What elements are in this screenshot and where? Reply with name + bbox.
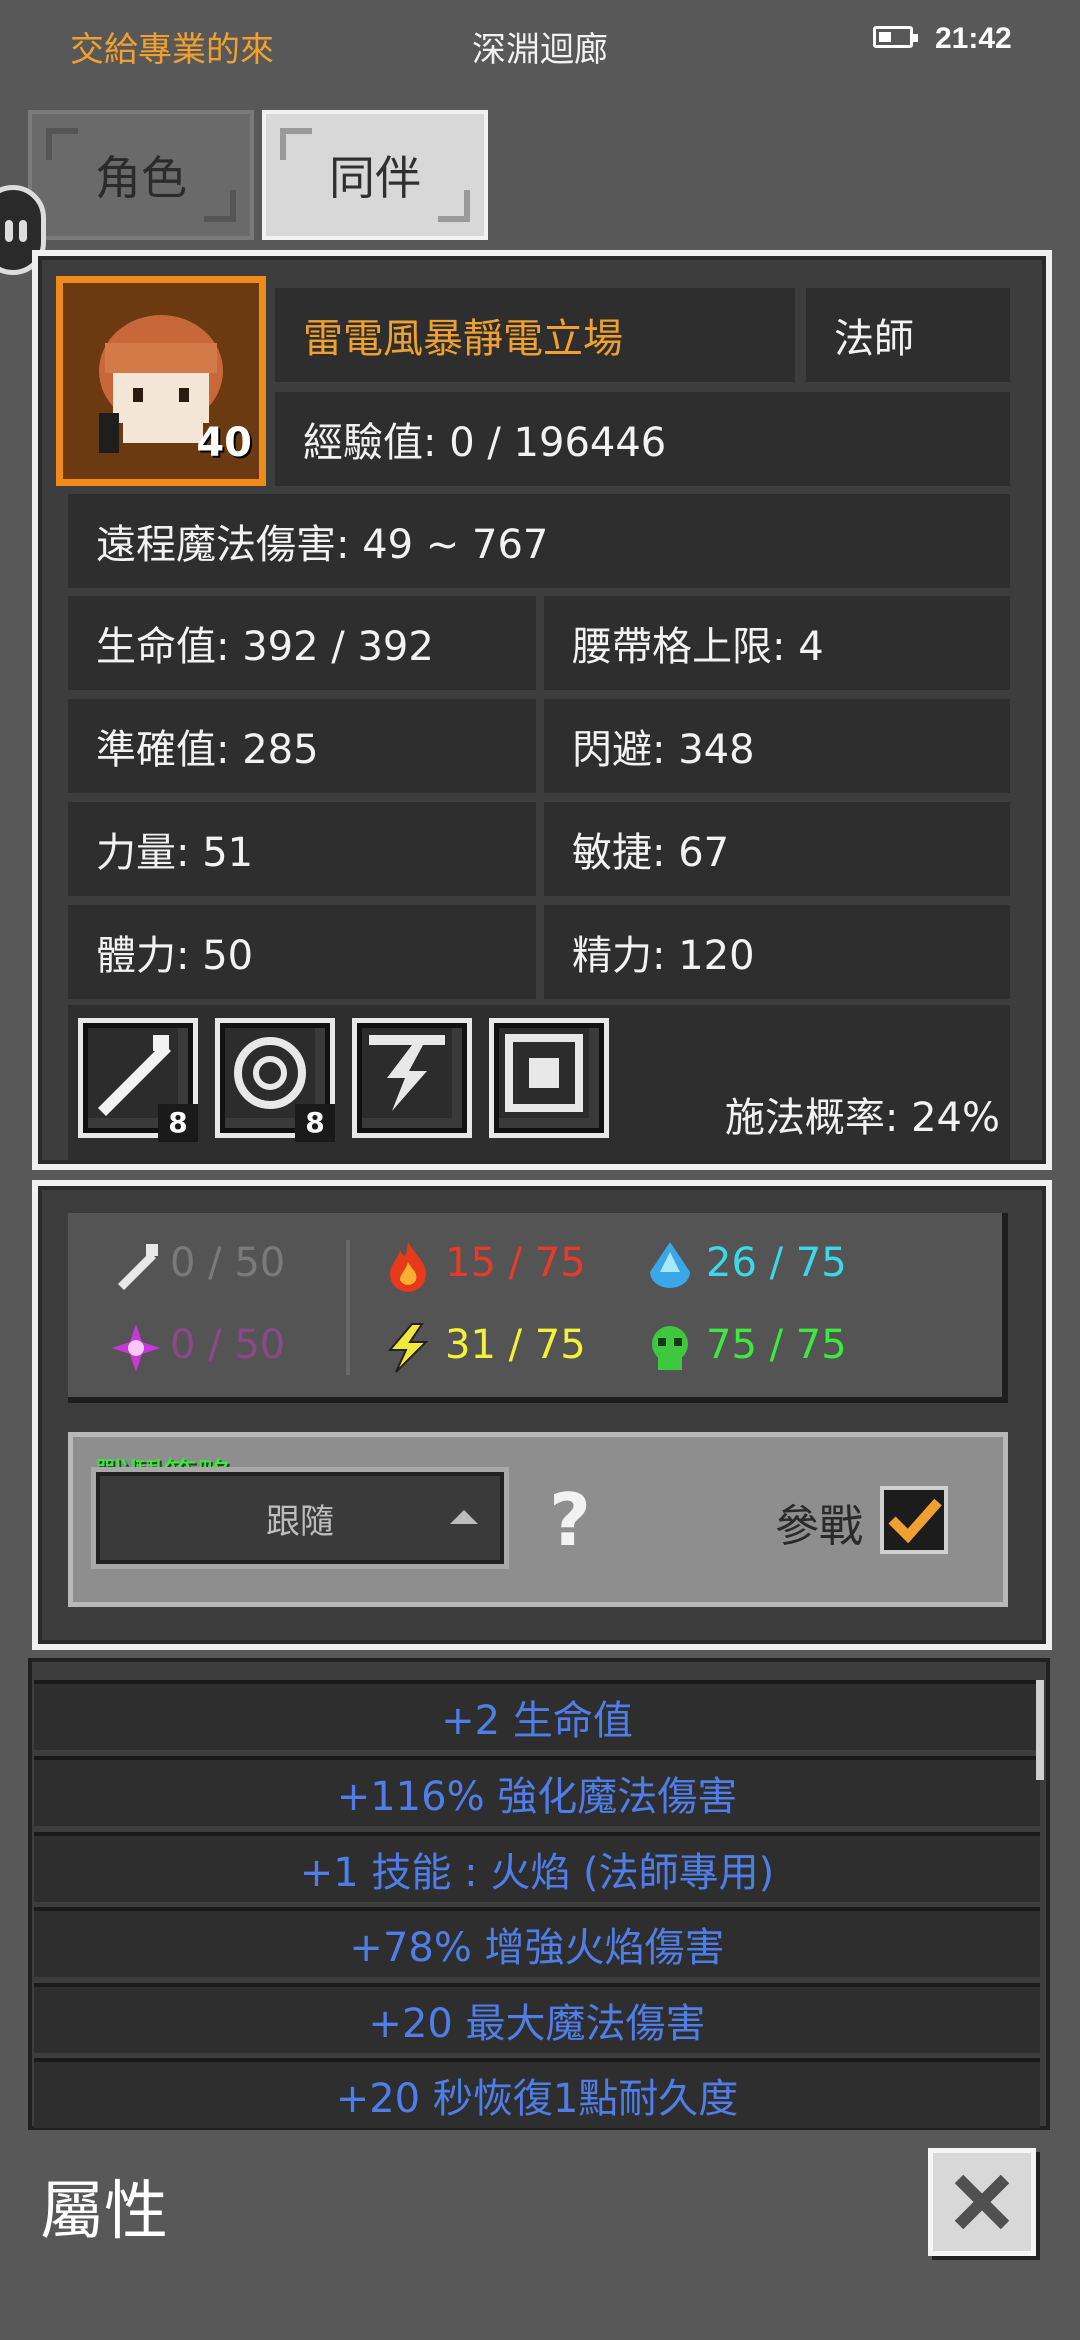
cold-resist-value: 26 / 75: [706, 1240, 847, 1286]
close-button[interactable]: [928, 2148, 1036, 2256]
lightning-resist-icon: [387, 1323, 429, 1373]
companion-class: 法師: [806, 288, 1010, 382]
tab-companion-label: 同伴: [329, 151, 421, 205]
attribute-item: +1 技能 : 火焰 (法師專用): [34, 1832, 1040, 1902]
skill-slot-3[interactable]: [352, 1018, 472, 1138]
stat-evasion: 閃避: 348: [544, 699, 1010, 793]
help-icon[interactable]: ?: [535, 1480, 605, 1560]
fire-resist-icon: [390, 1242, 426, 1292]
stat-accuracy: 準確值: 285: [68, 699, 536, 793]
checkmark-icon: [888, 1498, 942, 1544]
skill-level-1: 8: [158, 1104, 198, 1142]
skill-level-2: 8: [295, 1104, 335, 1142]
skill-slot-4[interactable]: [489, 1018, 609, 1138]
cold-resist-icon: [650, 1242, 690, 1288]
stat-hp: 生命值: 392 / 392: [68, 596, 536, 690]
lightning-resist-value: 31 / 75: [445, 1322, 586, 1368]
fire-resist-value: 15 / 75: [445, 1240, 586, 1286]
status-left-text: 交給專業的來: [70, 30, 274, 70]
magic-resist-icon: [112, 1324, 160, 1372]
strategy-dropdown[interactable]: 跟隨: [96, 1472, 504, 1564]
stat-strength: 力量: 51: [68, 802, 536, 896]
stat-dexterity: 敏捷: 67: [544, 802, 1010, 896]
strategy-selected: 跟隨: [266, 1501, 334, 1542]
tab-character[interactable]: 角色: [28, 110, 254, 240]
attribute-item: +78% 增強火焰傷害: [34, 1907, 1040, 1977]
companion-exp: 經驗值: 0 / 196446: [275, 392, 1010, 486]
dropdown-arrow-icon: [450, 1510, 478, 1524]
companion-damage: 遠程魔法傷害: 49 ~ 767: [68, 494, 1010, 588]
battery-icon: [873, 26, 918, 48]
join-battle-label: 參戰: [775, 1501, 863, 1552]
static-field-skill-icon: [499, 1028, 589, 1118]
stat-energy: 精力: 120: [544, 905, 1010, 999]
footer-title: 屬性: [40, 2175, 168, 2249]
lightning-skill-icon: [362, 1028, 452, 1118]
attribute-item: +20 最大魔法傷害: [34, 1983, 1040, 2053]
attribute-item: +116% 強化魔法傷害: [34, 1756, 1040, 1826]
location-title: 深淵迴廊: [472, 30, 608, 70]
join-battle-checkbox[interactable]: [880, 1486, 948, 1554]
stat-vitality: 體力: 50: [68, 905, 536, 999]
tab-companion[interactable]: 同伴: [262, 110, 488, 240]
physical-resist-value: 0 / 50: [170, 1240, 286, 1286]
stat-belt-limit: 腰帶格上限: 4: [544, 596, 1010, 690]
physical-resist-icon: [118, 1244, 158, 1290]
poison-resist-icon: [652, 1326, 688, 1370]
resist-divider: [346, 1240, 350, 1375]
poison-resist-value: 75 / 75: [706, 1322, 847, 1368]
list-scrollbar[interactable]: [1036, 1680, 1044, 1780]
companion-level: 40: [196, 420, 252, 466]
companion-name: 雷電風暴靜電立場: [275, 288, 795, 382]
magic-resist-value: 0 / 50: [170, 1322, 286, 1368]
cast-rate: 施法概率: 24%: [724, 1095, 1000, 1141]
close-icon: [954, 2174, 1010, 2230]
attribute-item: +20 秒恢復1點耐久度: [34, 2058, 1040, 2128]
tab-character-label: 角色: [95, 151, 187, 205]
attribute-item: +2 生命值: [34, 1680, 1040, 1750]
clock: 21:42: [935, 22, 1012, 55]
